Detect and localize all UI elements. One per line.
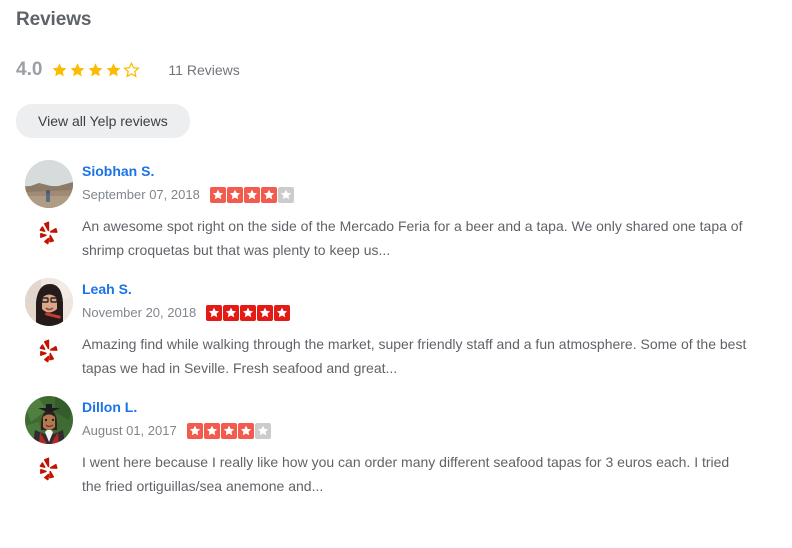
star-filled-icon xyxy=(105,62,122,79)
review-body: Leah S. November 20, 2018 Amazing find whi… xyxy=(82,278,776,380)
avatar[interactable] xyxy=(25,278,73,326)
review-item: Dillon L. August 01, 2017 I went here beca… xyxy=(16,396,776,498)
star-filled-icon xyxy=(223,305,240,321)
reviewer-name-link[interactable]: Dillon L. xyxy=(82,398,137,416)
review-rating-stars xyxy=(186,423,271,439)
star-empty-icon xyxy=(277,187,294,203)
review-meta: August 01, 2017 xyxy=(82,423,776,439)
page-title: Reviews xyxy=(16,9,92,30)
star-filled-icon xyxy=(257,305,274,321)
yelp-logo-icon xyxy=(38,338,60,364)
avatar[interactable] xyxy=(25,160,73,208)
review-rating-stars xyxy=(209,187,294,203)
review-body: Dillon L. August 01, 2017 I went here beca… xyxy=(82,396,776,498)
star-filled-icon xyxy=(243,187,260,203)
star-filled-icon xyxy=(240,305,257,321)
review-text: Amazing find while walking through the m… xyxy=(82,336,747,376)
star-filled-icon xyxy=(274,305,291,321)
view-all-yelp-reviews-button[interactable]: View all Yelp reviews xyxy=(16,104,190,138)
review-gutter xyxy=(16,278,82,380)
review-text: An awesome spot right on the side of the… xyxy=(82,218,743,258)
review-rating-stars xyxy=(206,305,291,321)
star-filled-icon xyxy=(69,62,86,79)
star-filled-icon xyxy=(206,305,223,321)
rating-stars xyxy=(51,61,141,79)
review-date: August 01, 2017 xyxy=(82,423,177,438)
review-date: September 07, 2018 xyxy=(82,187,200,202)
star-empty-icon xyxy=(123,61,141,79)
star-filled-icon xyxy=(260,187,277,203)
yelp-logo-icon xyxy=(38,220,60,246)
review-gutter xyxy=(16,396,82,498)
star-empty-icon xyxy=(254,423,271,439)
star-filled-icon xyxy=(203,423,220,439)
yelp-logo-icon xyxy=(38,456,60,482)
star-filled-icon xyxy=(220,423,237,439)
rating-value: 4.0 xyxy=(16,59,43,80)
review-count-label: 11 Reviews xyxy=(168,62,240,78)
reviewer-name-link[interactable]: Siobhan S. xyxy=(82,162,154,180)
avatar[interactable] xyxy=(25,396,73,444)
review-meta: November 20, 2018 xyxy=(82,305,776,321)
review-body: Siobhan S. September 07, 2018 An awesome s… xyxy=(82,160,776,262)
star-filled-icon xyxy=(186,423,203,439)
review-date: November 20, 2018 xyxy=(82,305,197,320)
reviewer-name-link[interactable]: Leah S. xyxy=(82,280,132,298)
star-filled-icon xyxy=(226,187,243,203)
star-filled-icon xyxy=(209,187,226,203)
review-item: Siobhan S. September 07, 2018 An awesome s… xyxy=(16,160,776,262)
review-text: I went here because I really like how yo… xyxy=(82,454,730,494)
reviews-list: Siobhan S. September 07, 2018 An awesome s… xyxy=(16,160,776,498)
review-item: Leah S. November 20, 2018 Amazing find whi… xyxy=(16,278,776,380)
star-filled-icon xyxy=(237,423,254,439)
star-filled-icon xyxy=(87,62,104,79)
star-filled-icon xyxy=(51,62,68,79)
rating-summary: 4.0 11 Reviews xyxy=(16,58,776,82)
review-meta: September 07, 2018 xyxy=(82,187,776,203)
reviews-panel: Reviews 4.0 11 Reviews View all Yelp rev… xyxy=(0,0,792,498)
review-gutter xyxy=(16,160,82,262)
